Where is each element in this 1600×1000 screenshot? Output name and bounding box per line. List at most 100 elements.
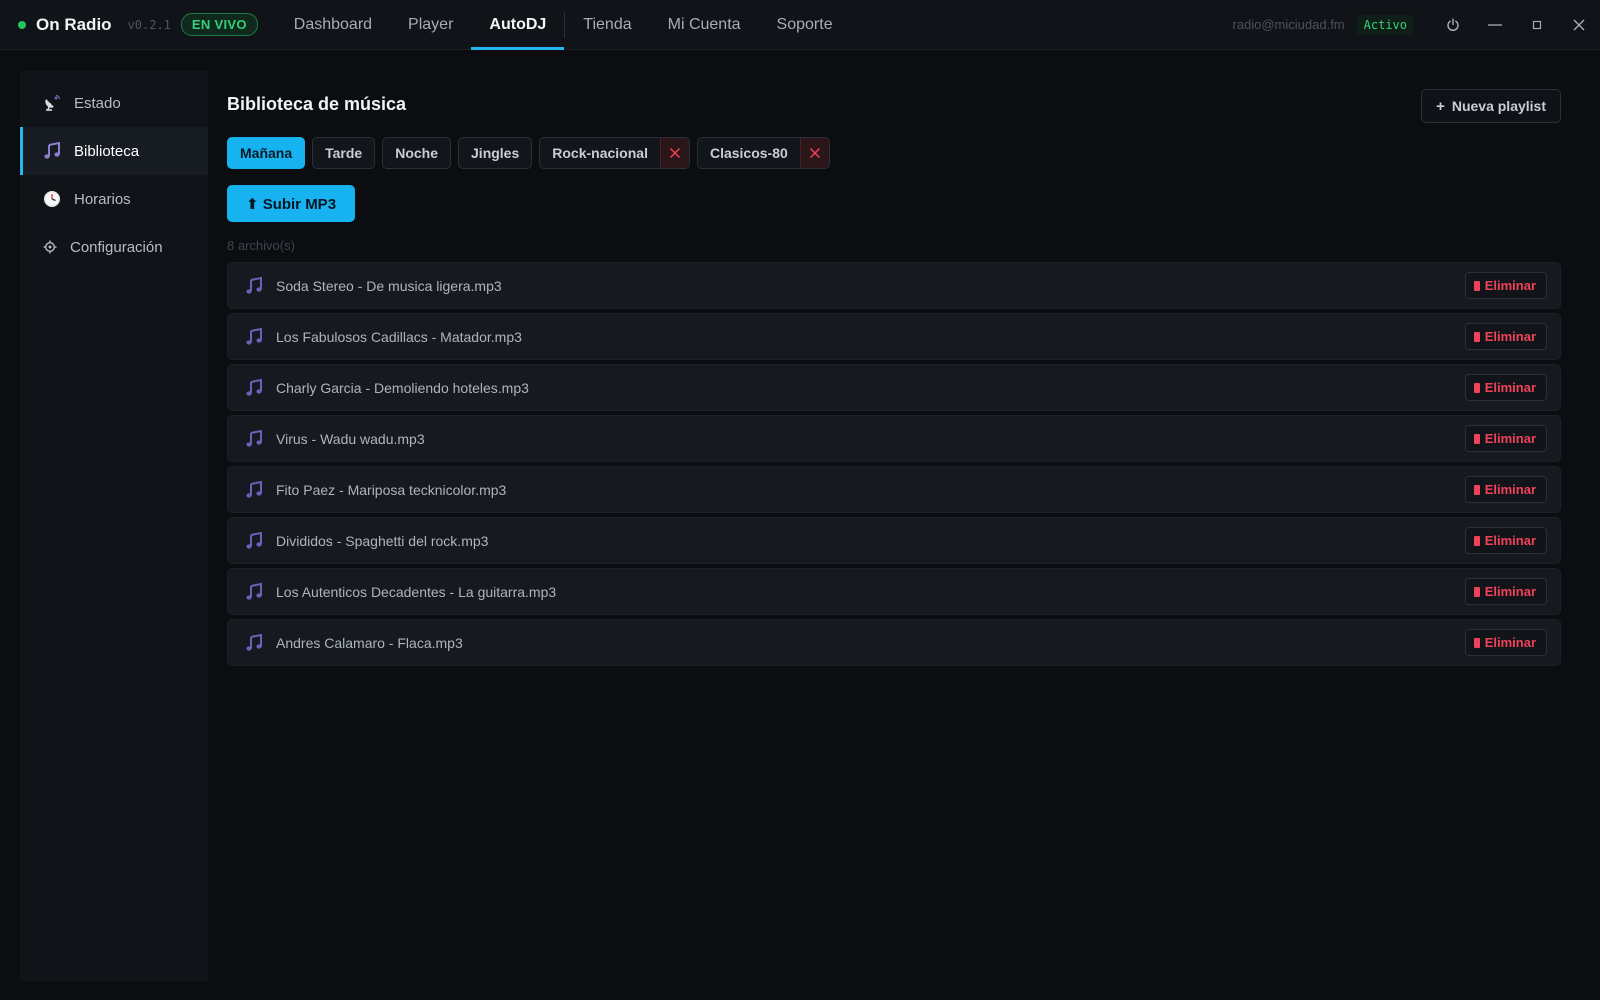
new-playlist-label: Nueva playlist — [1451, 98, 1546, 114]
sidebar: Estado Biblioteca Horarios Configuración — [20, 71, 208, 981]
music-note-icon — [42, 141, 62, 161]
trash-icon — [1473, 382, 1480, 393]
live-badge: EN VIVO — [180, 13, 258, 36]
file-name: Divididos - Spaghetti del rock.mp3 — [276, 532, 489, 549]
delete-label: Eliminar — [1484, 533, 1536, 548]
playlist-tabs: Mañana Tarde Noche Jingles Rock-nacional… — [227, 137, 1561, 169]
sidebar-item-estado[interactable]: Estado — [20, 79, 208, 127]
file-row: Los Autenticos Decadentes - La guitarra.… — [227, 568, 1561, 615]
main-nav: Dashboard Player AutoDJ Tienda Mi Cuenta… — [276, 0, 851, 50]
trash-icon — [1473, 535, 1480, 546]
file-row: Los Fabulosos Cadillacs - Matador.mp3 El… — [227, 313, 1561, 360]
delete-file-button[interactable]: Eliminar — [1464, 374, 1547, 401]
delete-label: Eliminar — [1484, 584, 1536, 599]
delete-label: Eliminar — [1484, 482, 1536, 497]
main-content: Biblioteca de música + Nueva playlist Ma… — [227, 71, 1561, 670]
music-note-icon — [244, 480, 264, 500]
playlist-tab-clasicos-80[interactable]: Clasicos-80 — [697, 138, 800, 168]
music-note-icon — [244, 276, 264, 296]
sidebar-item-label: Configuración — [70, 238, 163, 256]
file-name: Soda Stereo - De musica ligera.mp3 — [276, 277, 502, 294]
maximize-icon — [1532, 20, 1542, 29]
trash-icon — [1473, 280, 1480, 291]
file-name: Los Autenticos Decadentes - La guitarra.… — [276, 583, 557, 600]
top-right-controls: radio@miciudad.fm Activo — [1232, 0, 1600, 50]
playlist-tab-jingles[interactable]: Jingles — [458, 137, 533, 169]
delete-label: Eliminar — [1484, 278, 1536, 293]
radio-icon — [42, 93, 62, 113]
file-row: Virus - Wadu wadu.mp3 Eliminar — [227, 415, 1561, 462]
file-row: Divididos - Spaghetti del rock.mp3 Elimi… — [227, 517, 1561, 564]
maximize-button[interactable] — [1516, 0, 1558, 50]
sidebar-item-configuracion[interactable]: Configuración — [20, 223, 208, 271]
nav-tab-dashboard[interactable]: Dashboard — [276, 0, 390, 50]
new-playlist-button[interactable]: + Nueva playlist — [1421, 89, 1561, 123]
account-email: radio@miciudad.fm — [1232, 17, 1345, 32]
file-row: Charly Garcia - Demoliendo hoteles.mp3 E… — [227, 364, 1561, 411]
file-name: Fito Paez - Mariposa tecknicolor.mp3 — [276, 481, 507, 498]
playlist-tab-group-clasicos-80: Clasicos-80 — [696, 137, 830, 169]
delete-label: Eliminar — [1484, 329, 1536, 344]
nav-tab-autodj[interactable]: AutoDJ — [471, 0, 565, 50]
file-count: 8 archivo(s) — [227, 238, 295, 253]
delete-label: Eliminar — [1484, 431, 1536, 446]
playlist-tab-rock-nacional[interactable]: Rock-nacional — [540, 138, 660, 168]
delete-file-button[interactable]: Eliminar — [1464, 425, 1547, 452]
file-row: Fito Paez - Mariposa tecknicolor.mp3 Eli… — [227, 466, 1561, 513]
nav-tab-player[interactable]: Player — [390, 0, 471, 50]
nav-tab-soporte[interactable]: Soporte — [759, 0, 851, 50]
nav-tab-mi-cuenta[interactable]: Mi Cuenta — [650, 0, 759, 50]
account-status-badge: Activo — [1356, 14, 1414, 35]
delete-playlist-button[interactable] — [659, 138, 689, 168]
gear-icon — [40, 237, 60, 257]
file-row: Andres Calamaro - Flaca.mp3 Eliminar — [227, 619, 1561, 666]
delete-label: Eliminar — [1484, 380, 1536, 395]
minimize-button[interactable] — [1474, 0, 1516, 50]
app-version: v0.2.1 — [127, 17, 171, 32]
close-window-button[interactable] — [1558, 0, 1600, 50]
live-status-dot — [18, 20, 26, 29]
app-name: On Radio — [36, 14, 112, 34]
delete-file-button[interactable]: Eliminar — [1464, 527, 1547, 554]
close-icon — [1573, 19, 1585, 30]
power-icon — [1447, 18, 1459, 31]
trash-icon — [1473, 433, 1480, 444]
delete-file-button[interactable]: Eliminar — [1464, 272, 1547, 299]
power-button[interactable] — [1432, 0, 1474, 50]
library-header: Biblioteca de música + Nueva playlist — [227, 71, 1561, 137]
trash-icon — [1473, 484, 1480, 495]
file-name: Los Fabulosos Cadillacs - Matador.mp3 — [276, 328, 522, 345]
plus-icon: + — [1436, 97, 1445, 115]
sidebar-item-label: Horarios — [74, 190, 131, 208]
delete-file-button[interactable]: Eliminar — [1464, 578, 1547, 605]
file-row: Soda Stereo - De musica ligera.mp3 Elimi… — [227, 262, 1561, 309]
page-title: Biblioteca de música — [227, 93, 407, 114]
sidebar-item-horarios[interactable]: Horarios — [20, 175, 208, 223]
playlist-tab-manana[interactable]: Mañana — [227, 137, 306, 169]
delete-file-button[interactable]: Eliminar — [1464, 323, 1547, 350]
title-bar: On Radio v0.2.1 EN VIVO Dashboard Player… — [0, 0, 1600, 50]
music-note-icon — [244, 429, 264, 449]
file-name: Andres Calamaro - Flaca.mp3 — [276, 634, 463, 651]
music-note-icon — [244, 327, 264, 347]
playlist-tab-tarde[interactable]: Tarde — [312, 137, 376, 169]
upload-mp3-button[interactable]: ⬆ Subir MP3 — [227, 185, 355, 222]
minimize-icon — [1488, 23, 1502, 26]
sidebar-item-label: Estado — [74, 94, 121, 112]
file-name: Virus - Wadu wadu.mp3 — [276, 430, 425, 447]
delete-file-button[interactable]: Eliminar — [1464, 476, 1547, 503]
delete-file-button[interactable]: Eliminar — [1464, 629, 1547, 656]
trash-icon — [1473, 331, 1480, 342]
music-note-icon — [244, 378, 264, 398]
delete-label: Eliminar — [1484, 635, 1536, 650]
nav-tab-tienda[interactable]: Tienda — [565, 0, 649, 50]
close-icon — [669, 147, 680, 159]
file-name: Charly Garcia - Demoliendo hoteles.mp3 — [276, 379, 529, 396]
music-note-icon — [244, 582, 264, 602]
file-list: Soda Stereo - De musica ligera.mp3 Elimi… — [227, 262, 1561, 666]
trash-icon — [1473, 586, 1480, 597]
playlist-tab-noche[interactable]: Noche — [382, 137, 452, 169]
delete-playlist-button[interactable] — [799, 138, 829, 168]
close-icon — [809, 147, 820, 159]
sidebar-item-biblioteca[interactable]: Biblioteca — [20, 127, 208, 175]
